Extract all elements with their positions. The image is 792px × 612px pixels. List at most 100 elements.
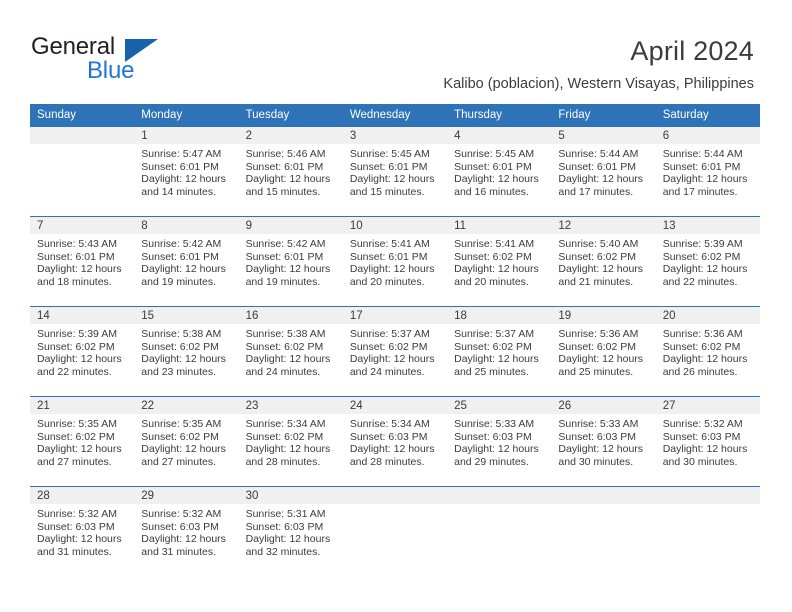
daylight-duration-line2: and 31 minutes. [37,545,112,558]
day-number: 21 [30,397,135,414]
calendar-day-cell[interactable]: 12 Sunrise: 5:40 AM Sunset: 6:02 PM Dayligh… [551,216,656,307]
sunrise-time: Sunrise: 5:44 AM [662,148,743,160]
calendar-day-cell[interactable]: 9 Sunrise: 5:42 AM Sunset: 6:01 PM Daylight… [238,216,343,307]
calendar-day-cell[interactable]: 26 Sunrise: 5:33 AM Sunset: 6:03 PM Dayligh… [551,396,656,487]
day-number: 13 [655,217,760,234]
sunrise-time: Sunrise: 5:44 AM [558,148,639,160]
sunset-time: Sunset: 6:03 PM [141,520,219,533]
calendar-day-cell[interactable]: 4 Sunrise: 5:45 AM Sunset: 6:01 PM Daylight… [447,126,552,217]
calendar-day-cell[interactable]: 16 Sunrise: 5:38 AM Sunset: 6:02 PM Dayligh… [238,306,343,397]
sunset-time: Sunset: 6:02 PM [662,250,741,263]
calendar-day-cell[interactable]: 14 Sunrise: 5:39 AM Sunset: 6:02 PM Dayligh… [30,306,135,397]
calendar-empty-cell [447,486,552,576]
daylight-duration-line1: Daylight: 12 hours [662,443,748,456]
calendar-day-cell[interactable]: 20 Sunrise: 5:36 AM Sunset: 6:02 PM Dayligh… [655,306,760,397]
calendar-day-cell[interactable]: 15 Sunrise: 5:38 AM Sunset: 6:02 PM Dayligh… [134,306,239,397]
day-cell-details: Sunrise: 5:34 AM Sunset: 6:02 PM Daylight:… [239,414,343,468]
day-number: 29 [134,487,239,504]
sunset-time: Sunset: 6:02 PM [37,340,115,353]
day-number: 6 [655,127,760,144]
daylight-duration-line2: and 32 minutes. [245,545,321,558]
calendar-day-cell[interactable]: 25 Sunrise: 5:33 AM Sunset: 6:03 PM Dayligh… [447,396,552,487]
daylight-duration-line2: and 25 minutes. [454,365,529,378]
calendar-day-cell[interactable]: 22 Sunrise: 5:35 AM Sunset: 6:02 PM Dayligh… [134,396,239,487]
sunset-time: Sunset: 6:03 PM [454,430,532,443]
sunset-time: Sunset: 6:02 PM [141,340,219,353]
day-cell-inner: 11 Sunrise: 5:41 AM Sunset: 6:02 PM Dayligh… [447,217,552,306]
day-cell-inner: 26 Sunrise: 5:33 AM Sunset: 6:03 PM Dayligh… [551,397,656,486]
day-cell-inner [655,487,760,576]
daylight-duration-line2: and 23 minutes. [141,365,216,378]
calendar-day-cell[interactable]: 21 Sunrise: 5:35 AM Sunset: 6:02 PM Dayligh… [30,396,135,487]
daylight-duration-line2: and 19 minutes. [141,275,216,288]
sunset-time: Sunset: 6:03 PM [662,430,741,443]
day-cell-inner: 16 Sunrise: 5:38 AM Sunset: 6:02 PM Dayligh… [238,307,343,396]
calendar-day-cell[interactable]: 30 Sunrise: 5:31 AM Sunset: 6:03 PM Dayligh… [238,486,343,576]
day-cell-details: Sunrise: 5:46 AM Sunset: 6:01 PM Daylight:… [239,144,343,198]
daylight-duration-line1: Daylight: 12 hours [454,443,539,456]
day-cell-inner: 23 Sunrise: 5:34 AM Sunset: 6:02 PM Dayligh… [238,397,343,486]
day-cell-details: Sunrise: 5:33 AM Sunset: 6:03 PM Daylight:… [447,414,551,468]
day-number: 30 [238,487,343,504]
weekday-header-wednesday: Wednesday [342,104,448,127]
day-cell-details: Sunrise: 5:32 AM Sunset: 6:03 PM Daylight:… [656,414,760,468]
day-cell-inner: 8 Sunrise: 5:42 AM Sunset: 6:01 PM Daylight… [134,217,239,306]
daylight-duration-line2: and 22 minutes. [662,275,738,288]
day-cell-inner: 25 Sunrise: 5:33 AM Sunset: 6:03 PM Dayligh… [447,397,552,486]
calendar-day-cell[interactable]: 28 Sunrise: 5:32 AM Sunset: 6:03 PM Dayligh… [30,486,135,576]
weekday-header-sunday: Sunday [30,104,135,127]
calendar-day-cell[interactable]: 23 Sunrise: 5:34 AM Sunset: 6:02 PM Dayligh… [238,396,343,487]
page-title: April 2024 [630,36,754,66]
daylight-duration-line1: Daylight: 12 hours [558,263,644,276]
sunset-time: Sunset: 6:01 PM [141,250,219,263]
sunrise-time: Sunrise: 5:40 AM [558,238,639,250]
calendar-day-cell[interactable]: 11 Sunrise: 5:41 AM Sunset: 6:02 PM Dayligh… [447,216,552,307]
daylight-duration-line2: and 14 minutes. [141,185,216,198]
calendar-day-cell[interactable]: 1 Sunrise: 5:47 AM Sunset: 6:01 PM Daylight… [134,126,239,217]
day-number: 14 [30,307,135,324]
day-number: 9 [238,217,343,234]
sunset-time: Sunset: 6:03 PM [558,430,637,443]
sunset-time: Sunset: 6:01 PM [662,160,741,173]
calendar-empty-cell [342,486,448,576]
calendar-day-cell[interactable]: 18 Sunrise: 5:37 AM Sunset: 6:02 PM Dayligh… [447,306,552,397]
general-blue-logo[interactable]: General Blue [31,33,221,85]
calendar-day-cell[interactable]: 2 Sunrise: 5:46 AM Sunset: 6:01 PM Daylight… [238,126,343,217]
calendar-day-cell[interactable]: 10 Sunrise: 5:41 AM Sunset: 6:01 PM Dayligh… [342,216,448,307]
day-cell-inner: 18 Sunrise: 5:37 AM Sunset: 6:02 PM Dayligh… [447,307,552,396]
daylight-duration-line2: and 24 minutes. [245,365,321,378]
calendar-day-cell[interactable]: 17 Sunrise: 5:37 AM Sunset: 6:02 PM Dayligh… [342,306,448,397]
day-cell-inner: 27 Sunrise: 5:32 AM Sunset: 6:03 PM Dayligh… [655,397,760,486]
daylight-duration-line1: Daylight: 12 hours [141,353,226,366]
daylight-duration-line1: Daylight: 12 hours [141,173,226,186]
calendar-day-cell[interactable]: 27 Sunrise: 5:32 AM Sunset: 6:03 PM Dayligh… [655,396,760,487]
sunrise-time: Sunrise: 5:47 AM [141,148,222,160]
day-cell-details: Sunrise: 5:42 AM Sunset: 6:01 PM Daylight:… [239,234,343,288]
calendar-empty-cell [551,486,656,576]
sunrise-time: Sunrise: 5:32 AM [662,418,743,430]
daylight-duration-line2: and 20 minutes. [349,275,425,288]
calendar-day-cell[interactable]: 29 Sunrise: 5:32 AM Sunset: 6:03 PM Dayligh… [134,486,239,576]
calendar-day-cell[interactable]: 8 Sunrise: 5:42 AM Sunset: 6:01 PM Daylight… [134,216,239,307]
day-cell-inner: 7 Sunrise: 5:43 AM Sunset: 6:01 PM Daylight… [30,217,135,306]
day-cell-details: Sunrise: 5:47 AM Sunset: 6:01 PM Daylight:… [134,144,238,198]
day-cell-inner: 9 Sunrise: 5:42 AM Sunset: 6:01 PM Daylight… [238,217,343,306]
daylight-duration-line2: and 17 minutes. [558,185,634,198]
daylight-duration-line1: Daylight: 12 hours [558,443,644,456]
calendar-day-cell[interactable]: 6 Sunrise: 5:44 AM Sunset: 6:01 PM Daylight… [655,126,760,217]
calendar-empty-cell [655,486,760,576]
daylight-duration-line1: Daylight: 12 hours [245,173,331,186]
daylight-duration-line1: Daylight: 12 hours [349,263,435,276]
calendar-day-cell[interactable]: 13 Sunrise: 5:39 AM Sunset: 6:02 PM Dayligh… [655,216,760,307]
daylight-duration-line1: Daylight: 12 hours [662,263,748,276]
sunrise-time: Sunrise: 5:35 AM [37,418,117,430]
calendar-day-cell[interactable]: 5 Sunrise: 5:44 AM Sunset: 6:01 PM Daylight… [551,126,656,217]
weekday-header-saturday: Saturday [655,104,760,127]
daylight-duration-line2: and 16 minutes. [454,185,529,198]
sunrise-time: Sunrise: 5:33 AM [454,418,535,430]
calendar-day-cell[interactable]: 19 Sunrise: 5:36 AM Sunset: 6:02 PM Dayligh… [551,306,656,397]
calendar-day-cell[interactable]: 7 Sunrise: 5:43 AM Sunset: 6:01 PM Daylight… [30,216,135,307]
sunrise-time: Sunrise: 5:36 AM [558,328,639,340]
calendar-day-cell[interactable]: 24 Sunrise: 5:34 AM Sunset: 6:03 PM Dayligh… [342,396,448,487]
calendar-day-cell[interactable]: 3 Sunrise: 5:45 AM Sunset: 6:01 PM Daylight… [342,126,448,217]
